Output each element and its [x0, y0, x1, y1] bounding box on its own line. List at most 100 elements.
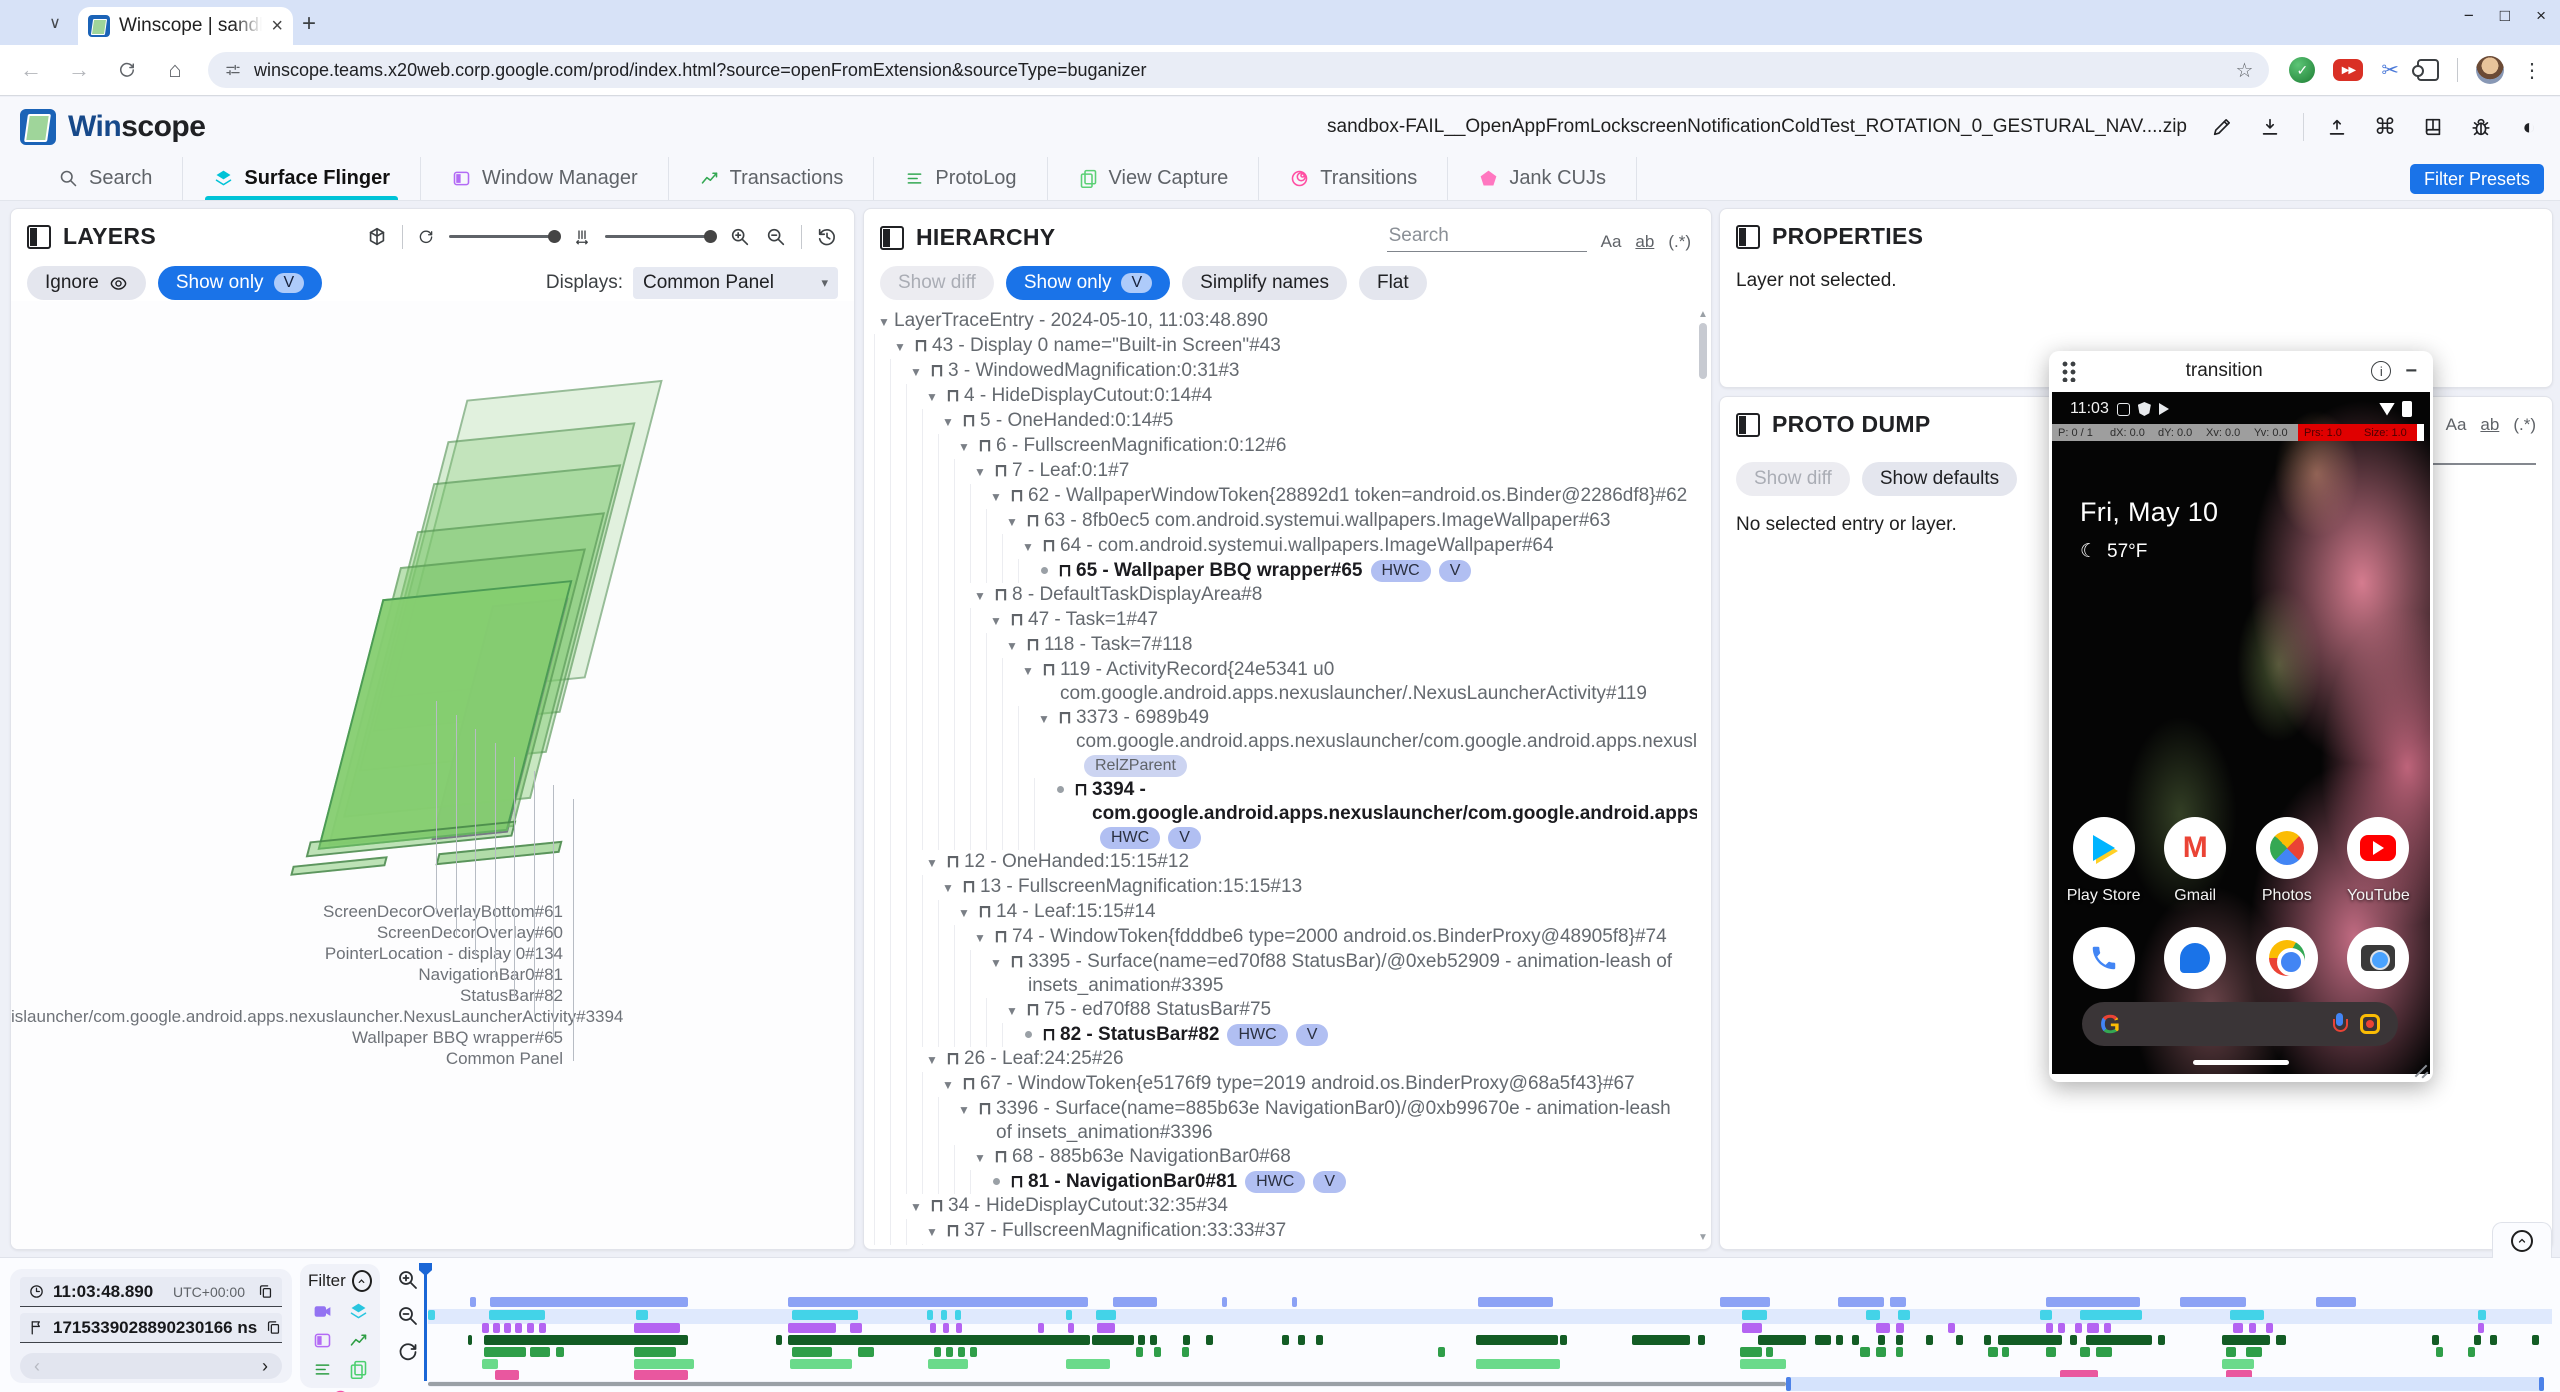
- tab-view-capture[interactable]: View Capture: [1048, 157, 1260, 200]
- tree-node[interactable]: ▼⊓3373 - 6989b49 com.google.android.apps…: [864, 706, 1697, 778]
- trace-segment[interactable]: [788, 1335, 1090, 1345]
- trace-segment[interactable]: [556, 1347, 564, 1357]
- trace-segment[interactable]: [2222, 1335, 2270, 1345]
- expand-arrow-icon[interactable]: ▼: [1018, 534, 1038, 559]
- trace-segment[interactable]: [941, 1310, 947, 1320]
- trace-segment[interactable]: [504, 1323, 511, 1333]
- expand-arrow-icon[interactable]: ▼: [1002, 509, 1022, 534]
- expand-arrow-icon[interactable]: ▼: [954, 900, 974, 925]
- expand-arrow-icon[interactable]: ▼: [922, 1047, 942, 1072]
- filter-layers-icon[interactable]: [347, 1300, 369, 1322]
- trace-segment[interactable]: [1948, 1323, 1955, 1333]
- collapse-panel-icon[interactable]: [1736, 413, 1760, 437]
- tree-node[interactable]: ▼⊓6 - FullscreenMagnification:0:12#6: [864, 434, 1697, 459]
- trace-segment[interactable]: [2468, 1347, 2475, 1357]
- tree-node[interactable]: ⊓3394 - com.google.android.apps.nexuslau…: [864, 778, 1697, 850]
- trace-segment[interactable]: [1815, 1335, 1831, 1345]
- trace-segment[interactable]: [2230, 1310, 2264, 1320]
- expand-arrow-icon[interactable]: ▼: [1034, 706, 1054, 731]
- theme-icon[interactable]: ◐: [2514, 112, 2544, 142]
- show-only-button[interactable]: Show onlyV: [1006, 266, 1170, 300]
- tree-node[interactable]: ⊓82 - StatusBar#82HWCV: [864, 1023, 1697, 1047]
- trace-segment[interactable]: [2276, 1335, 2286, 1345]
- timeline-row-surface-flinger[interactable]: [428, 1310, 2552, 1320]
- trace-segment[interactable]: [850, 1323, 862, 1333]
- trace-segment[interactable]: [634, 1370, 688, 1380]
- tree-node[interactable]: ▼⊓3395 - Surface(name=ed70f88 StatusBar)…: [864, 950, 1697, 998]
- trace-segment[interactable]: [1896, 1335, 1903, 1345]
- window-maximize-button[interactable]: □: [2500, 6, 2510, 26]
- tab-window-manager[interactable]: Window Manager: [421, 157, 669, 200]
- gmail-icon[interactable]: M: [2164, 817, 2226, 879]
- trace-segment[interactable]: [1478, 1297, 1553, 1307]
- minimize-window-icon[interactable]: −: [2405, 360, 2417, 383]
- expand-arrow-icon[interactable]: ▼: [986, 484, 1006, 509]
- app-play[interactable]: Play Store: [2064, 817, 2144, 905]
- trace-segment[interactable]: [482, 1323, 489, 1333]
- book-icon[interactable]: [2418, 112, 2448, 142]
- back-icon[interactable]: ←: [14, 53, 48, 87]
- trace-segment[interactable]: [1097, 1323, 1115, 1333]
- timeline-row-screen-recording[interactable]: [428, 1297, 2552, 1307]
- trace-segment[interactable]: [1740, 1347, 1762, 1357]
- 3d-view-icon[interactable]: [366, 226, 388, 248]
- trace-segment[interactable]: [1896, 1347, 1903, 1357]
- trace-segment[interactable]: [1742, 1310, 1767, 1320]
- timeline-row-protolog[interactable]: [428, 1347, 2552, 1357]
- expand-arrow-icon[interactable]: ▼: [938, 1244, 958, 1245]
- trace-segment[interactable]: [1720, 1297, 1770, 1307]
- trace-segment[interactable]: [1138, 1335, 1145, 1345]
- layer-label[interactable]: ScreenDecorOverlayBottom#61: [11, 901, 563, 922]
- tree-node[interactable]: ▼⊓14 - Leaf:15:15#14: [864, 900, 1697, 925]
- browser-tab[interactable]: Winscope | sandbox-FAIL ×: [78, 7, 293, 45]
- trace-segment[interactable]: [2075, 1323, 2082, 1333]
- trace-segment[interactable]: [2058, 1323, 2065, 1333]
- tab-search-caret-icon[interactable]: ∨: [40, 8, 70, 38]
- trace-segment[interactable]: [484, 1347, 526, 1357]
- trace-segment[interactable]: [943, 1323, 949, 1333]
- trace-segment[interactable]: [788, 1297, 1088, 1307]
- tree-node[interactable]: ▼⊓3396 - Surface(name=885b63e Navigation…: [864, 1097, 1697, 1145]
- timeline-zoom-in-icon[interactable]: [396, 1268, 420, 1292]
- resize-handle[interactable]: [2413, 1062, 2429, 1078]
- expand-arrow-icon[interactable]: ▼: [922, 384, 942, 409]
- timeline-collapse-tab[interactable]: [2492, 1222, 2552, 1258]
- trace-segment[interactable]: [1298, 1335, 1305, 1345]
- yt-icon[interactable]: [2347, 817, 2409, 879]
- cam-icon[interactable]: [2347, 927, 2409, 989]
- reset-view-icon[interactable]: [816, 226, 838, 248]
- trace-segment[interactable]: [946, 1347, 953, 1357]
- trace-segment[interactable]: [1150, 1335, 1157, 1345]
- expand-arrow-icon[interactable]: ▼: [954, 434, 974, 459]
- trace-segment[interactable]: [428, 1310, 435, 1320]
- google-search-bar[interactable]: G: [2082, 1002, 2398, 1046]
- expand-arrow-icon[interactable]: ▼: [954, 1097, 974, 1122]
- hierarchy-search-input[interactable]: [1387, 223, 1587, 252]
- layer-label[interactable]: Wallpaper BBQ wrapper#65: [11, 1027, 563, 1048]
- tab-surface-flinger[interactable]: Surface Flinger: [183, 157, 421, 200]
- app-photos[interactable]: Photos: [2247, 817, 2327, 905]
- layer-strip[interactable]: [290, 856, 388, 876]
- expand-arrow-icon[interactable]: ▼: [1002, 633, 1022, 658]
- browser-menu-icon[interactable]: ⋮: [2522, 58, 2542, 83]
- tree-node[interactable]: ⊓81 - NavigationBar0#81HWCV: [864, 1170, 1697, 1194]
- ns-time-input[interactable]: 1715339028890230166 ns: [20, 1313, 282, 1343]
- trace-segment[interactable]: [1956, 1335, 1963, 1345]
- trace-segment[interactable]: [2226, 1347, 2236, 1357]
- phone-icon[interactable]: [2073, 927, 2135, 989]
- trace-segment[interactable]: [1988, 1347, 1998, 1357]
- trace-segment[interactable]: [530, 1347, 550, 1357]
- expand-arrow-icon[interactable]: ▼: [1018, 658, 1038, 683]
- timeline-row-transactions[interactable]: [428, 1335, 2552, 1345]
- expand-arrow-icon[interactable]: ▼: [906, 359, 926, 384]
- expand-arrow-icon[interactable]: ▼: [938, 875, 958, 900]
- trace-segment[interactable]: [539, 1323, 546, 1333]
- trace-segment[interactable]: [2046, 1347, 2056, 1357]
- tab-transitions[interactable]: Transitions: [1259, 157, 1448, 200]
- download-icon[interactable]: [2255, 112, 2285, 142]
- transition-screenshot-window[interactable]: transition i − 11:03 P: 0 / 1dX: 0.0dY: …: [2049, 351, 2433, 1082]
- tree-node[interactable]: ▼⊓43 - Display 0 name="Built-in Screen"#…: [864, 334, 1697, 359]
- trace-segment[interactable]: [2222, 1359, 2254, 1369]
- collapse-timeline-icon[interactable]: [2511, 1230, 2533, 1252]
- tree-node[interactable]: ▼⊓5 - OneHanded:0:14#5: [864, 409, 1697, 434]
